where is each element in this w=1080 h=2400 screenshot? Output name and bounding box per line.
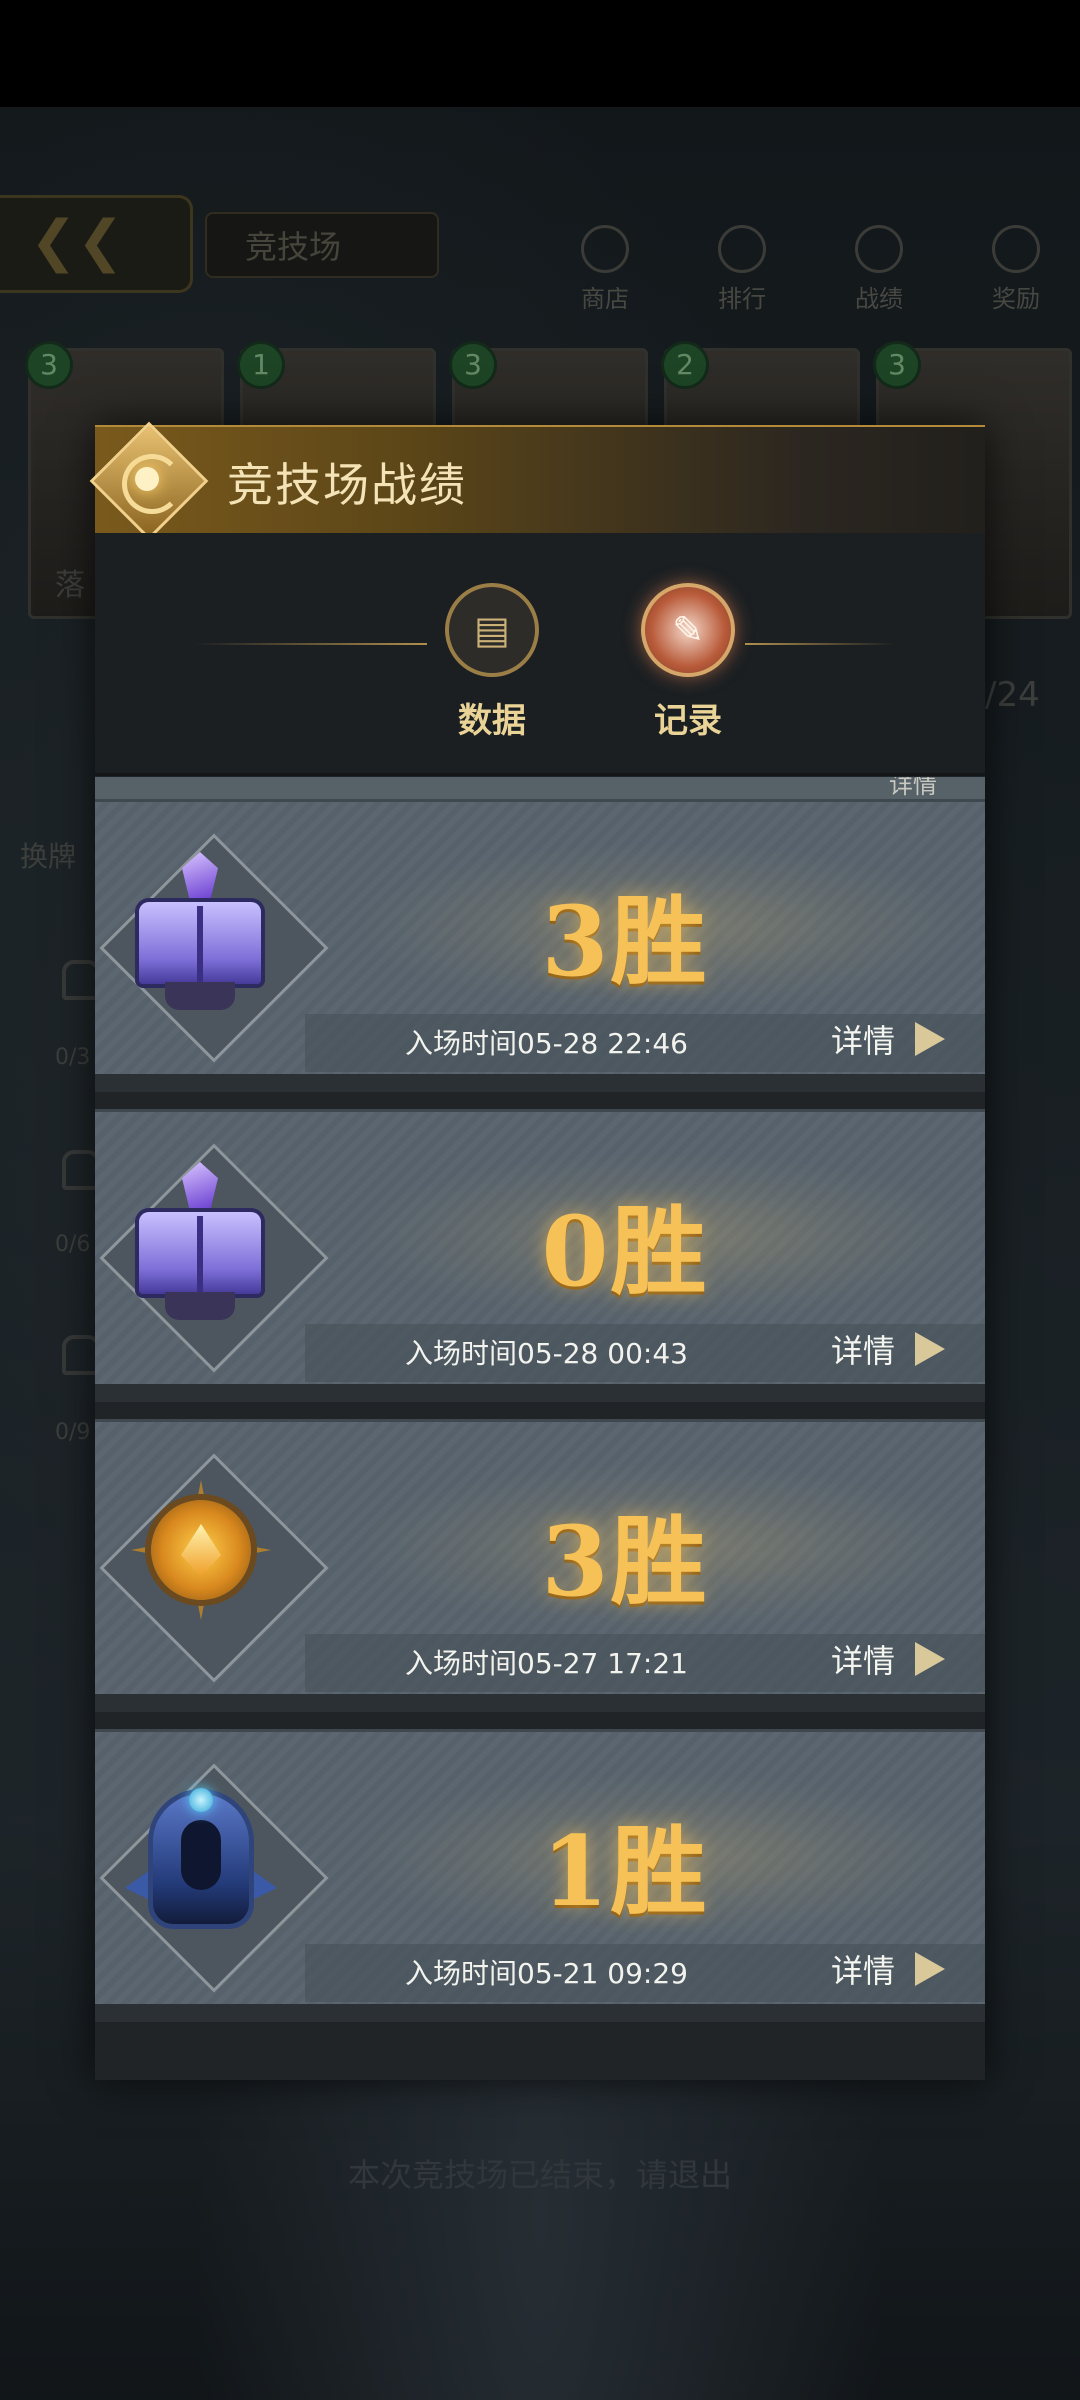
tab-records-label: 记录 <box>654 701 722 741</box>
divider <box>95 1694 985 1712</box>
record-item: 3胜 入场时间05-28 22:46 详情 <box>95 799 985 1092</box>
detail-label: 详情 <box>830 1642 895 1680</box>
divider <box>745 643 895 645</box>
tab-data[interactable]: ▤ 数据 <box>437 583 547 742</box>
record-item: 3胜 入场时间05-27 17:21 详情 <box>95 1419 985 1712</box>
win-count: 1胜 <box>541 1815 709 1928</box>
divider <box>95 1384 985 1402</box>
chart-icon: ▤ <box>445 583 539 677</box>
detail-label: 详情 <box>830 1332 895 1370</box>
divider <box>95 2004 985 2022</box>
divider <box>95 1074 985 1092</box>
status-bar <box>0 0 1080 107</box>
detail-label: 详情 <box>830 1952 895 1990</box>
entry-time: 入场时间05-21 09:29 <box>405 1957 688 1990</box>
tab-bar: ▤ 数据 ✎ 记录 <box>95 533 985 776</box>
detail-button[interactable]: 详情 <box>831 1016 945 1060</box>
detail-button[interactable]: 详情 <box>831 1326 945 1370</box>
quill-icon: ✎ <box>641 583 735 677</box>
play-arrow-icon <box>915 1642 945 1676</box>
divider <box>195 643 427 645</box>
arena-record-dialog: 竞技场战绩 ▤ 数据 ✎ 记录 详情 3胜 入场时间05-28 22:46 详情… <box>89 421 985 2080</box>
play-arrow-icon <box>915 1952 945 1986</box>
detail-label: 详情 <box>830 1022 895 1060</box>
detail-button[interactable]: 详情 <box>831 1636 945 1680</box>
entry-time: 入场时间05-27 17:21 <box>405 1647 688 1680</box>
tab-data-label: 数据 <box>458 701 526 741</box>
record-item: 1胜 入场时间05-21 09:29 详情 <box>95 1729 985 2022</box>
win-count: 3胜 <box>541 1505 709 1618</box>
play-arrow-icon <box>915 1022 945 1056</box>
win-count: 0胜 <box>541 1195 709 1308</box>
win-count: 3胜 <box>541 885 709 998</box>
record-item: 0胜 入场时间05-28 00:43 详情 <box>95 1109 985 1402</box>
dialog-header: 竞技场战绩 <box>89 421 985 541</box>
tab-records[interactable]: ✎ 记录 <box>633 583 743 742</box>
record-list[interactable]: 详情 3胜 入场时间05-28 22:46 详情 0胜 入场时间05-28 00… <box>95 777 985 2080</box>
sun-icon <box>135 467 159 491</box>
detail-button[interactable]: 详情 <box>831 1946 945 1990</box>
entry-time: 入场时间05-28 00:43 <box>405 1337 688 1370</box>
play-arrow-icon <box>915 1332 945 1366</box>
detail-label: 详情 <box>889 777 937 799</box>
dialog-title: 竞技场战绩 <box>227 458 467 512</box>
entry-time: 入场时间05-28 22:46 <box>405 1027 688 1060</box>
